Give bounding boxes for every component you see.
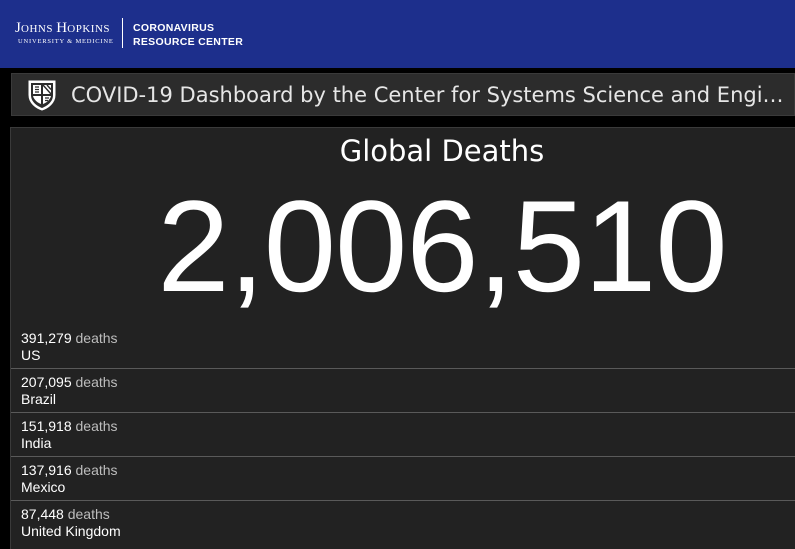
country-name: Brazil	[21, 391, 57, 407]
death-unit-label: deaths	[75, 374, 118, 390]
resource-center-title-line2: RESOURCE CENTER	[133, 36, 244, 48]
death-count: 391,279	[21, 330, 72, 346]
country-name: US	[21, 347, 41, 363]
list-item-india[interactable]: 151,918 deaths India	[11, 413, 795, 457]
list-item-brazil[interactable]: 207,095 deaths Brazil	[11, 369, 795, 413]
logo-subline: UNIVERSITY & MEDICINE	[18, 38, 114, 45]
death-unit-label: deaths	[75, 330, 118, 346]
death-count: 207,095	[21, 374, 72, 390]
deaths-by-country-list: 391,279 deaths US 207,095 deaths Brazil …	[11, 325, 795, 545]
dashboard-header: COVID-19 Dashboard by the Center for Sys…	[11, 73, 795, 116]
death-count: 151,918	[21, 418, 72, 434]
country-name: India	[21, 435, 52, 451]
global-deaths-count: 2,006,510	[157, 173, 727, 319]
resource-center-title-line1: CORONAVIRUS	[133, 22, 215, 34]
site-topbar: JOHNS HOPKINS UNIVERSITY & MEDICINE CORO…	[0, 0, 795, 68]
johns-hopkins-logo[interactable]: JOHNS HOPKINS UNIVERSITY & MEDICINE	[15, 21, 117, 46]
death-unit-label: deaths	[67, 506, 110, 522]
list-item-united-kingdom[interactable]: 87,448 deaths United Kingdom	[11, 501, 795, 545]
logo-divider	[122, 18, 123, 48]
university-shield-icon	[28, 80, 56, 111]
list-item-mexico[interactable]: 137,916 deaths Mexico	[11, 457, 795, 501]
country-name: Mexico	[21, 479, 66, 495]
death-unit-label: deaths	[75, 418, 118, 434]
death-count: 87,448	[21, 506, 64, 522]
death-count: 137,916	[21, 462, 72, 478]
country-name: United Kingdom	[21, 523, 121, 539]
list-item-us[interactable]: 391,279 deaths US	[11, 325, 795, 369]
dashboard-title: COVID-19 Dashboard by the Center for Sys…	[71, 83, 786, 107]
resource-center-title[interactable]: CORONAVIRUS RESOURCE CENTER	[133, 21, 243, 49]
global-deaths-panel: Global Deaths 2,006,510 391,279 deaths U…	[10, 127, 795, 549]
death-unit-label: deaths	[75, 462, 118, 478]
logo-wordmark: JOHNS HOPKINS	[15, 20, 111, 36]
global-deaths-title: Global Deaths	[339, 134, 545, 168]
